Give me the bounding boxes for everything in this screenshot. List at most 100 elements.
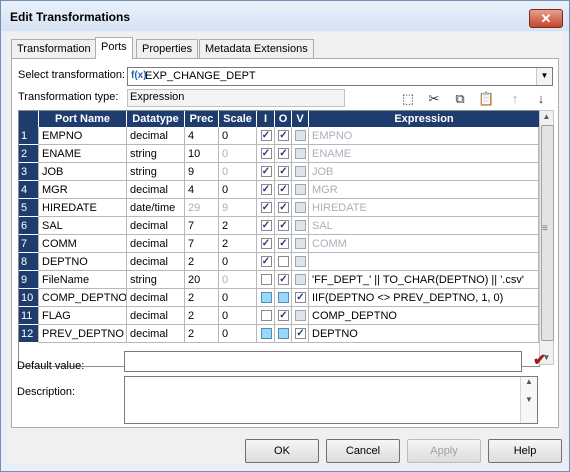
variable-checkbox[interactable]: [295, 220, 306, 231]
scale-cell[interactable]: 0: [219, 271, 257, 289]
variable-checkbox[interactable]: [295, 274, 306, 285]
header-input[interactable]: I: [257, 111, 275, 127]
tab-transformation[interactable]: Transformation: [11, 39, 97, 58]
scale-cell[interactable]: 0: [219, 145, 257, 163]
output-checkbox[interactable]: ✓: [278, 130, 289, 141]
scale-cell[interactable]: 2: [219, 217, 257, 235]
table-row[interactable]: 11 FLAG decimal 2 0 ✓ COMP_DEPTNO: [19, 307, 539, 325]
scale-cell[interactable]: 0: [219, 307, 257, 325]
tab-properties[interactable]: Properties: [136, 39, 199, 58]
input-checkbox[interactable]: ✓: [260, 166, 272, 177]
help-button[interactable]: Help: [488, 439, 562, 463]
header-datatype[interactable]: Datatype: [127, 111, 185, 127]
datatype-cell[interactable]: decimal: [127, 307, 185, 325]
port-name-cell[interactable]: PREV_DEPTNO: [39, 325, 127, 343]
port-name-cell[interactable]: JOB: [39, 163, 127, 181]
input-checkbox[interactable]: [260, 292, 272, 303]
header-expression[interactable]: Expression: [309, 111, 539, 127]
expression-cell[interactable]: [309, 253, 539, 271]
variable-checkbox[interactable]: [295, 130, 306, 141]
output-checkbox[interactable]: ✓: [278, 148, 289, 159]
header-variable[interactable]: V: [292, 111, 309, 127]
prec-cell[interactable]: 2: [185, 307, 219, 325]
output-checkbox[interactable]: ✓: [278, 184, 289, 195]
expression-cell[interactable]: JOB: [309, 163, 539, 181]
grid-vertical-scrollbar[interactable]: ▲ ≡ ▼: [539, 110, 554, 365]
table-row[interactable]: 2 ENAME string 10 0 ✓ ✓ ENAME: [19, 145, 539, 163]
table-row[interactable]: 3 JOB string 9 0 ✓ ✓ JOB: [19, 163, 539, 181]
input-checkbox[interactable]: ✓: [260, 130, 272, 141]
datatype-cell[interactable]: string: [127, 145, 185, 163]
expression-cell[interactable]: 'FF_DEPT_' || TO_CHAR(DEPTNO) || '.csv': [309, 271, 539, 289]
cut-icon[interactable]: ✂: [426, 91, 442, 107]
scale-cell[interactable]: 0: [219, 181, 257, 199]
prec-cell[interactable]: 2: [185, 325, 219, 343]
table-row[interactable]: 1 EMPNO decimal 4 0 ✓ ✓ EMPNO: [19, 127, 539, 145]
prec-cell[interactable]: 2: [185, 289, 219, 307]
datatype-cell[interactable]: decimal: [127, 289, 185, 307]
input-checkbox[interactable]: ✓: [260, 238, 272, 249]
port-name-cell[interactable]: COMP_DEPTNO: [39, 289, 127, 307]
prec-cell[interactable]: 4: [185, 181, 219, 199]
cancel-button[interactable]: Cancel: [326, 439, 400, 463]
table-row[interactable]: 8 DEPTNO decimal 2 0 ✓: [19, 253, 539, 271]
output-checkbox[interactable]: [278, 292, 289, 303]
port-name-cell[interactable]: FLAG: [39, 307, 127, 325]
variable-checkbox[interactable]: [295, 148, 306, 159]
datatype-cell[interactable]: decimal: [127, 253, 185, 271]
port-name-cell[interactable]: FileName: [39, 271, 127, 289]
variable-checkbox[interactable]: [295, 166, 306, 177]
datatype-cell[interactable]: decimal: [127, 235, 185, 253]
scale-cell[interactable]: 0: [219, 289, 257, 307]
scale-cell[interactable]: 2: [219, 235, 257, 253]
header-scale[interactable]: Scale: [219, 111, 257, 127]
port-name-cell[interactable]: COMM: [39, 235, 127, 253]
datatype-cell[interactable]: date/time: [127, 199, 185, 217]
expression-cell[interactable]: COMP_DEPTNO: [309, 307, 539, 325]
expression-cell[interactable]: SAL: [309, 217, 539, 235]
datatype-cell[interactable]: decimal: [127, 181, 185, 199]
prec-cell[interactable]: 9: [185, 163, 219, 181]
variable-checkbox[interactable]: ✓: [295, 292, 306, 303]
table-row[interactable]: 6 SAL decimal 7 2 ✓ ✓ SAL: [19, 217, 539, 235]
output-checkbox[interactable]: [278, 328, 289, 339]
variable-checkbox[interactable]: [295, 256, 306, 267]
variable-checkbox[interactable]: [295, 238, 306, 249]
variable-checkbox[interactable]: [295, 184, 306, 195]
tab-ports[interactable]: Ports: [95, 37, 133, 59]
close-button[interactable]: ✕: [529, 9, 563, 28]
header-prec[interactable]: Prec: [185, 111, 219, 127]
datatype-cell[interactable]: decimal: [127, 217, 185, 235]
new-port-icon[interactable]: ⬚: [400, 91, 416, 107]
input-checkbox[interactable]: [260, 274, 272, 285]
input-checkbox[interactable]: ✓: [260, 202, 272, 213]
prec-cell[interactable]: 2: [185, 253, 219, 271]
tab-metadata-extensions[interactable]: Metadata Extensions: [199, 39, 314, 58]
table-row[interactable]: 10 COMP_DEPTNO decimal 2 0 ✓ IIF(DEPTNO <> PRE…: [19, 289, 539, 307]
prec-cell[interactable]: 20: [185, 271, 219, 289]
prec-cell[interactable]: 10: [185, 145, 219, 163]
port-name-cell[interactable]: ENAME: [39, 145, 127, 163]
scroll-up-icon[interactable]: ▲: [540, 111, 553, 123]
prec-cell[interactable]: 7: [185, 217, 219, 235]
port-name-cell[interactable]: SAL: [39, 217, 127, 235]
port-name-cell[interactable]: HIREDATE: [39, 199, 127, 217]
port-name-cell[interactable]: MGR: [39, 181, 127, 199]
variable-checkbox[interactable]: [295, 202, 306, 213]
scale-cell[interactable]: 0: [219, 253, 257, 271]
checkmark-icon[interactable]: ✔: [533, 350, 546, 370]
expression-cell[interactable]: COMM: [309, 235, 539, 253]
input-checkbox[interactable]: [260, 310, 272, 321]
expression-cell[interactable]: IIF(DEPTNO <> PREV_DEPTNO, 1, 0): [309, 289, 539, 307]
output-checkbox[interactable]: ✓: [278, 220, 289, 231]
input-checkbox[interactable]: ✓: [260, 184, 272, 195]
prec-cell[interactable]: 29: [185, 199, 219, 217]
description-textarea[interactable]: ▲ ▼: [124, 376, 538, 424]
table-row[interactable]: 4 MGR decimal 4 0 ✓ ✓ MGR: [19, 181, 539, 199]
scale-cell[interactable]: 9: [219, 199, 257, 217]
datatype-cell[interactable]: decimal: [127, 325, 185, 343]
table-row[interactable]: 5 HIREDATE date/time 29 9 ✓ ✓ HIREDATE: [19, 199, 539, 217]
variable-checkbox[interactable]: [295, 310, 306, 321]
expression-cell[interactable]: MGR: [309, 181, 539, 199]
scale-cell[interactable]: 0: [219, 163, 257, 181]
